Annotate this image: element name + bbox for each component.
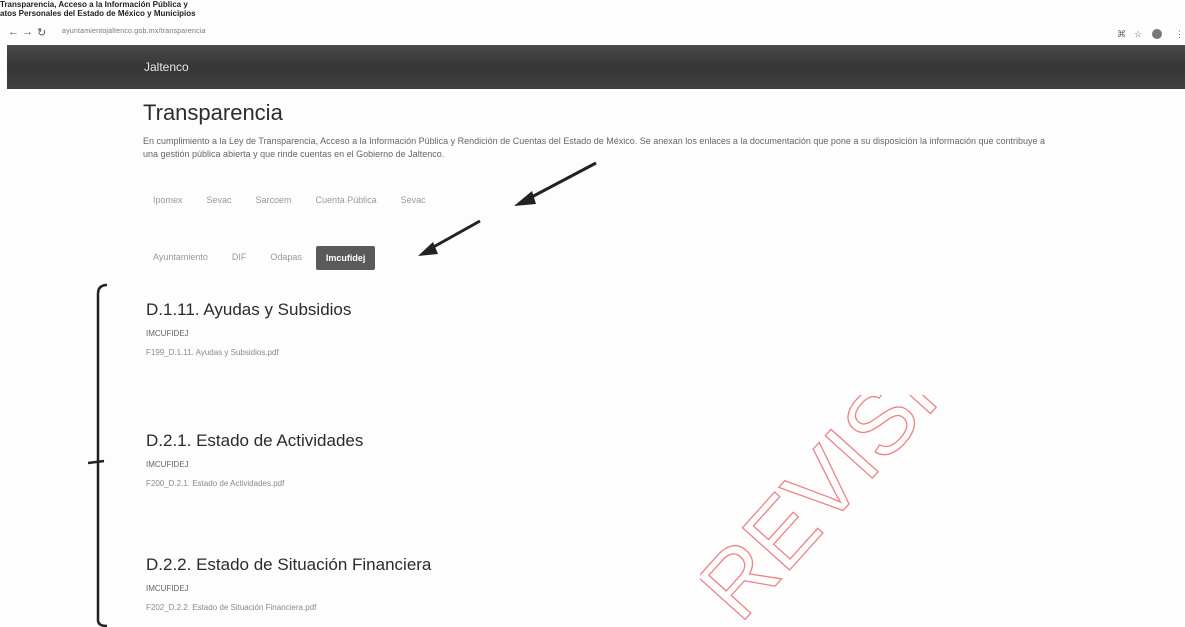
browser-toolbar: ← → ↻ ayuntamientojaltenco.gob.mx/transp…: [0, 23, 1185, 41]
profile-icon[interactable]: [1152, 29, 1162, 39]
back-icon[interactable]: ←: [8, 26, 19, 38]
document-header-line2: atos Personales del Estado de México y M…: [0, 9, 196, 18]
section-title: D.2.1. Estado de Actividades: [146, 431, 364, 450]
site-navbar: Jaltenco: [7, 45, 1185, 89]
tab-ipomex[interactable]: Ipomex: [143, 189, 193, 211]
watermark-text: REVISIÓN: [700, 395, 1020, 627]
section-org: IMCUFIDEJ: [146, 460, 189, 469]
file-link[interactable]: F199_D.1.11. Ayudas y Subsidios.pdf: [146, 348, 351, 357]
section-title: D.1.11. Ayudas y Subsidios: [146, 300, 352, 319]
tab-sevac-2[interactable]: Sevac: [391, 189, 436, 211]
tab-cuenta-publica[interactable]: Cuenta Pública: [306, 189, 387, 211]
section-situacion-financiera: D.2.2. Estado de Situación Financiera IM…: [146, 555, 431, 612]
section-org: IMCUFIDEJ: [146, 584, 189, 593]
tab-ayuntamiento[interactable]: Ayuntamiento: [143, 246, 218, 270]
section-org: IMCUFIDEJ: [146, 329, 189, 338]
tab-imcufidej[interactable]: Imcufidej: [315, 246, 376, 270]
watermark-stamp: REVISIÓN: [700, 395, 1020, 627]
file-link[interactable]: F200_D.2.1. Estado de Actividades.pdf: [146, 479, 363, 488]
tab-sevac[interactable]: Sevac: [197, 189, 242, 211]
document-header: Transparencia, Acceso a la Información P…: [0, 0, 196, 18]
star-icon[interactable]: ☆: [1134, 29, 1142, 40]
translate-icon[interactable]: ⌘: [1117, 29, 1126, 40]
arrow-annotation-sevac: [514, 161, 597, 206]
section-title: D.2.2. Estado de Situación Financiera: [146, 555, 432, 574]
intro-text: En cumplimiento a la Ley de Transparenci…: [143, 136, 1046, 159]
forward-icon[interactable]: →: [22, 26, 33, 38]
arrow-annotation-imcufidej: [418, 219, 481, 256]
category-tabs: Ipomex Sevac Sarcoem Cuenta Pública Seva…: [143, 189, 436, 211]
menu-icon[interactable]: ⋮: [1175, 29, 1184, 40]
tab-sarcoem[interactable]: Sarcoem: [246, 189, 302, 211]
entity-tabs: Ayuntamiento DIF Odapas Imcufidej: [143, 246, 376, 270]
tab-dif[interactable]: DIF: [222, 246, 257, 270]
tab-odapas[interactable]: Odapas: [260, 246, 312, 270]
section-ayudas-subsidios: D.1.11. Ayudas y Subsidios IMCUFIDEJ F19…: [146, 300, 351, 357]
page-title: Transparencia: [143, 100, 283, 125]
document-header-line1: Transparencia, Acceso a la Información P…: [0, 0, 188, 9]
address-bar[interactable]: ayuntamientojaltenco.gob.mx/transparenci…: [62, 28, 206, 35]
file-link[interactable]: F202_D.2.2. Estado de Situación Financie…: [146, 603, 431, 612]
bracket-tick-annotation: [88, 459, 105, 465]
section-estado-actividades: D.2.1. Estado de Actividades IMCUFIDEJ F…: [146, 431, 363, 488]
reload-icon[interactable]: ↻: [37, 26, 46, 39]
site-brand[interactable]: Jaltenco: [144, 60, 189, 74]
